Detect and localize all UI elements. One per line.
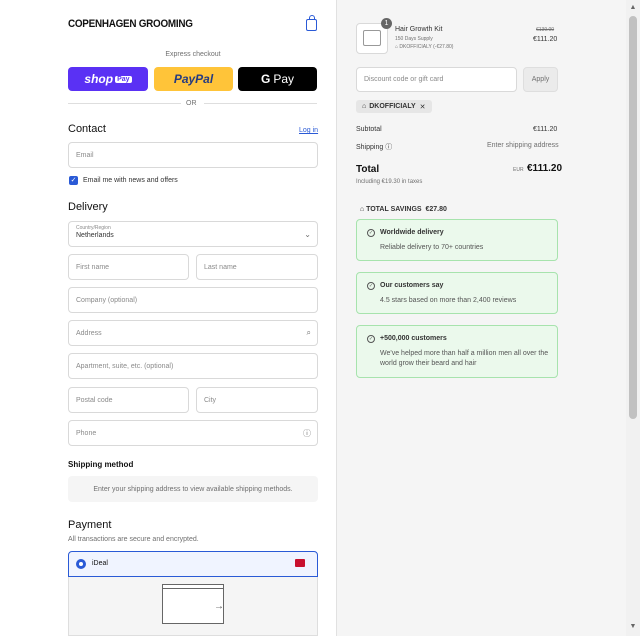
taxes-note: Including €19.30 in taxes (356, 179, 423, 185)
benefit-title: Worldwide delivery (380, 229, 444, 236)
express-checkout-title: Express checkout (165, 51, 221, 58)
divider-right (204, 103, 317, 104)
divider-left (68, 103, 181, 104)
currency-code: EUR (513, 167, 524, 173)
total-value: €111.20 (527, 163, 563, 174)
scrollbar-thumb[interactable] (629, 16, 637, 419)
product-discount: ⌂ DKOFFICIALY (-€27.80) (395, 44, 453, 50)
country-label: Country/Region (76, 225, 111, 231)
shop-pay-badge: Pay (115, 75, 132, 83)
company-field[interactable]: Company (optional) (68, 287, 318, 313)
shop-pay-label: shop (84, 72, 114, 86)
help-icon[interactable]: ⓘ (303, 428, 311, 439)
country-value: Netherlands (76, 232, 114, 239)
payment-heading: Payment (68, 519, 112, 531)
total-label: Total (356, 164, 380, 175)
phone-field[interactable]: Phone ⓘ (68, 420, 318, 446)
search-icon: ⌕ (306, 328, 311, 337)
store-logo[interactable]: COPENHAGEN GROOMING (68, 18, 193, 30)
ideal-label: iDeal (92, 560, 108, 567)
benefit-title: +500,000 customers (380, 335, 447, 342)
apply-button[interactable]: Apply (523, 67, 558, 92)
first-name-field[interactable]: First name (68, 254, 189, 280)
newsletter-checkbox[interactable]: ✓ (69, 176, 78, 185)
product-discount-text: DKOFFICIALY (-€27.80) (399, 44, 454, 50)
discount-code-field[interactable]: Discount code or gift card (356, 67, 517, 92)
product-variant: 150 Days Supply (395, 36, 433, 42)
google-pay-button[interactable]: G Pay (238, 67, 317, 91)
newsletter-label: Email me with news and offers (83, 177, 178, 184)
country-select[interactable]: Country/Region Netherlands ⌄ (68, 221, 318, 247)
address-field[interactable]: Address ⌕ (68, 320, 318, 346)
benefit-card-delivery: ✓ Worldwide delivery Reliable delivery t… (356, 219, 558, 261)
payment-subtitle: All transactions are secure and encrypte… (68, 536, 199, 543)
city-field[interactable]: City (196, 387, 318, 413)
applied-code-text: DKOFFICIALY (369, 103, 416, 110)
benefit-card-reviews: ✓ Our customers say 4.5 stars based on m… (356, 272, 558, 314)
applied-code-tag: ⌂ DKOFFICIALY ✕ (356, 100, 432, 113)
check-circle-icon: ✓ (367, 229, 375, 237)
scroll-down-arrow-icon[interactable]: ▼ (628, 622, 638, 632)
order-summary-panel (336, 0, 626, 636)
subtotal-value: €111.20 (533, 126, 558, 133)
apartment-field[interactable]: Apartment, suite, etc. (optional) (68, 353, 318, 379)
google-g-icon: G (260, 72, 271, 86)
check-circle-icon: ✓ (367, 282, 375, 290)
product-price: €111.20 (533, 36, 558, 43)
shop-pay-button[interactable]: shop Pay (68, 67, 148, 91)
redirect-arrow-icon: → (214, 601, 224, 612)
shopping-bag-icon[interactable] (306, 15, 317, 31)
contact-heading: Contact (68, 123, 106, 135)
shipping-method-heading: Shipping method (68, 460, 134, 469)
ideal-radio[interactable] (76, 559, 86, 569)
product-name: Hair Growth Kit (395, 26, 443, 33)
email-field[interactable]: Email (68, 142, 318, 168)
address-placeholder: Address (76, 329, 102, 337)
delivery-heading: Delivery (68, 201, 108, 213)
benefit-desc: We've helped more than half a million me… (380, 350, 549, 367)
phone-placeholder: Phone (76, 429, 97, 437)
benefit-desc: 4.5 stars based on more than 2,400 revie… (380, 297, 517, 304)
tag-icon: ⌂ (362, 103, 367, 110)
ideal-logo-icon (295, 559, 305, 567)
shipping-method-info: Enter your shipping address to view avai… (68, 476, 318, 502)
last-name-field[interactable]: Last name (196, 254, 318, 280)
paypal-button[interactable]: PayPal (154, 67, 233, 91)
or-separator: OR (186, 100, 197, 107)
check-circle-icon: ✓ (367, 335, 375, 343)
remove-code-icon[interactable]: ✕ (420, 103, 426, 111)
subtotal-label: Subtotal (356, 126, 382, 133)
quantity-badge: 1 (381, 18, 392, 29)
google-pay-label: Pay (273, 72, 295, 86)
shipping-value: Enter shipping address (487, 142, 559, 149)
scroll-up-arrow-icon[interactable]: ▲ (628, 3, 638, 13)
login-link[interactable]: Log in (299, 127, 318, 134)
benefit-title: Our customers say (380, 282, 444, 289)
chevron-down-icon: ⌄ (304, 230, 311, 239)
shipping-label-text: Shipping (356, 144, 384, 151)
shipping-label: Shipping ⓘ (356, 142, 392, 152)
benefit-card-customers: ✓ +500,000 customers We've helped more t… (356, 325, 558, 378)
help-icon[interactable]: ⓘ (385, 144, 392, 151)
benefit-desc: Reliable delivery to 70+ countries (380, 244, 484, 251)
total-savings-text: TOTAL SAVINGS €27.80 (366, 206, 447, 213)
postal-code-field[interactable]: Postal code (68, 387, 189, 413)
product-old-price: €139.00 (536, 27, 555, 33)
total-savings: ⌂ TOTAL SAVINGS €27.80 (356, 199, 447, 213)
